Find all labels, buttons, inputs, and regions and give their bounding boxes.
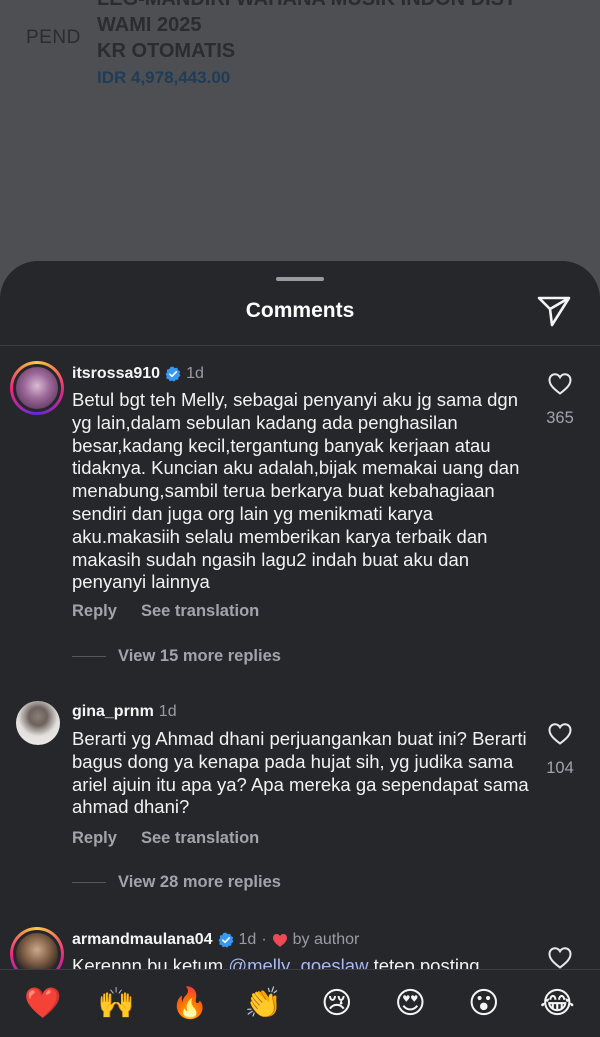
comment-meta: armandmaulana04 1d · by author <box>72 931 359 949</box>
reply-button[interactable]: Reply <box>72 602 117 621</box>
like-count: 104 <box>546 759 574 777</box>
background-post: PEND LEG-MANDIRI WAHANA MUSIK INDON DIST… <box>0 0 600 300</box>
post-line: KR OTOMATIS <box>97 40 236 62</box>
view-more-replies-label: View 15 more replies <box>118 647 281 665</box>
comments-sheet: Comments itsrossa910 1d Betul bgt teh Me… <box>0 261 600 1037</box>
liked-by-author-label: by author <box>292 931 360 948</box>
emoji-surprised-button[interactable]: 😮 <box>454 986 514 1021</box>
share-icon[interactable] <box>536 294 572 328</box>
comment-text: Berarti yg Ahmad dhani perjuangankan bua… <box>72 728 529 818</box>
heart-filled-icon <box>272 933 287 947</box>
reply-button[interactable]: Reply <box>72 829 117 848</box>
emoji-raised-hands-button[interactable]: 🙌 <box>86 986 146 1021</box>
emoji-heart-button[interactable]: ❤️ <box>13 986 73 1021</box>
verified-badge-icon <box>165 366 181 382</box>
comment-meta: gina_prnm 1d <box>72 703 177 721</box>
post-left-label: PEND <box>26 27 81 48</box>
comment-text: Betul bgt teh Melly, sebagai penyanyi ak… <box>72 389 520 593</box>
verified-badge-icon <box>218 932 233 948</box>
view-more-replies-label: View 28 more replies <box>118 873 281 891</box>
comment-username[interactable]: armandmaulana04 <box>72 931 213 949</box>
sheet-title: Comments <box>245 299 355 322</box>
like-count: 365 <box>546 409 574 427</box>
emoji-heart-eyes-button[interactable]: 😍 <box>380 986 440 1021</box>
like-control: 104 <box>540 723 580 778</box>
heart-outline-icon[interactable] <box>548 373 572 395</box>
like-control: 365 <box>540 373 580 428</box>
post-line: WAMI 2025 <box>97 14 202 36</box>
view-more-replies-button[interactable]: View 28 more replies <box>72 873 281 892</box>
sheet-grabber[interactable] <box>276 277 324 281</box>
comment-username[interactable]: gina_prnm <box>72 703 154 721</box>
comment-time: 1d <box>238 931 257 948</box>
emoji-fire-button[interactable]: 🔥 <box>160 986 220 1021</box>
comment-username[interactable]: itsrossa910 <box>72 365 160 383</box>
emoji-sad-button[interactable]: 😢 <box>307 986 367 1021</box>
emoji-laughing-button[interactable]: 😂 <box>527 986 587 1021</box>
view-more-replies-button[interactable]: View 15 more replies <box>72 647 281 666</box>
post-lines: LEG-MANDIRI WAHANA MUSIK INDON DIST WAMI… <box>97 0 516 64</box>
see-translation-button[interactable]: See translation <box>141 602 259 621</box>
divider <box>0 345 600 346</box>
comment-actions: Reply See translation <box>72 829 259 848</box>
emoji-reaction-bar: ❤️ 🙌 🔥 👏 😢 😍 😮 😂 <box>0 969 600 1037</box>
emoji-clap-button[interactable]: 👏 <box>233 986 293 1021</box>
avatar[interactable] <box>10 361 64 415</box>
comment-time: 1d <box>186 365 204 382</box>
avatar[interactable] <box>16 701 60 745</box>
heart-outline-icon[interactable] <box>548 723 572 745</box>
post-amount: IDR 4,978,443.00 <box>97 68 231 87</box>
post-line: LEG-MANDIRI WAHANA MUSIK INDON DIST <box>97 0 516 12</box>
see-translation-button[interactable]: See translation <box>141 829 259 848</box>
heart-outline-icon[interactable] <box>548 947 572 969</box>
comment-meta: itsrossa910 1d <box>72 365 204 383</box>
comment-time: 1d <box>158 703 177 720</box>
replies-rule <box>72 882 106 883</box>
meta-separator: · <box>261 931 267 948</box>
replies-rule <box>72 656 106 657</box>
comment-actions: Reply See translation <box>72 602 259 621</box>
